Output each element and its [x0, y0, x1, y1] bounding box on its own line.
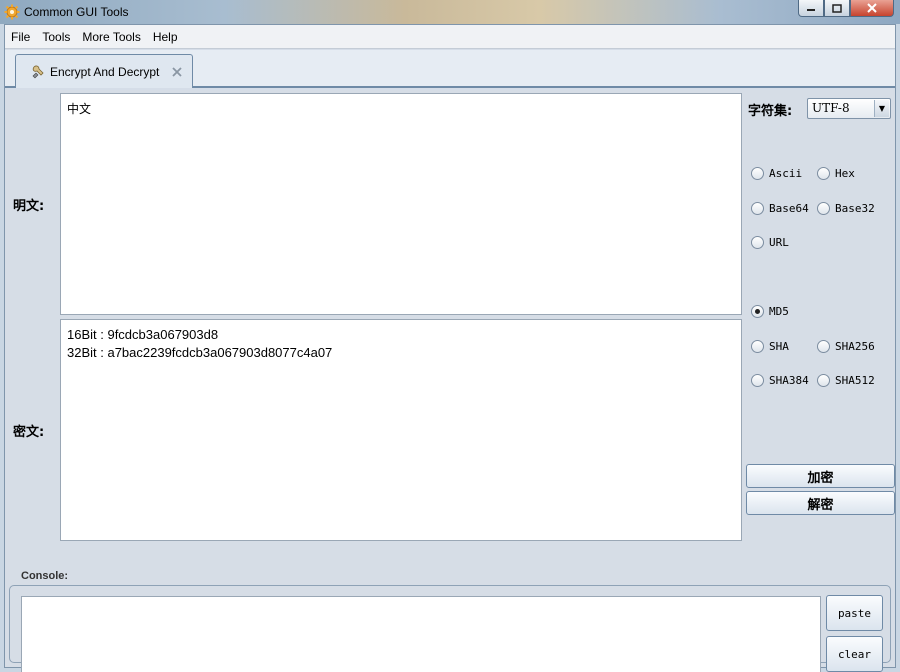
window-title: Common GUI Tools	[24, 5, 129, 19]
plaintext-label: 明文:	[13, 199, 45, 214]
close-window-button[interactable]	[850, 0, 894, 17]
console-textarea[interactable]	[21, 596, 821, 672]
console-label: Console:	[21, 570, 69, 582]
tab-close-icon[interactable]	[171, 66, 183, 78]
radio-label: SHA256	[835, 340, 875, 353]
tab-encrypt-decrypt[interactable]: Encrypt And Decrypt	[15, 54, 193, 88]
radio-label: MD5	[769, 305, 789, 318]
radio-sha384[interactable]: SHA384	[751, 374, 809, 387]
radio-label: SHA384	[769, 374, 809, 387]
console-panel: paste clear	[9, 585, 891, 672]
minimize-icon	[807, 9, 815, 11]
radio-dot	[817, 374, 830, 387]
paste-button[interactable]: paste	[826, 595, 883, 631]
radio-dot	[751, 374, 764, 387]
maximize-button[interactable]	[824, 0, 850, 17]
menu-help[interactable]: Help	[147, 30, 184, 44]
app-gear-icon	[4, 4, 20, 20]
clear-button[interactable]: clear	[826, 636, 883, 672]
close-icon	[867, 3, 877, 13]
encrypt-button[interactable]: 加密	[746, 464, 895, 488]
radio-dot	[751, 305, 764, 318]
menu-tools[interactable]: Tools	[36, 30, 76, 44]
radio-dot	[751, 202, 764, 215]
tab-strip: Encrypt And Decrypt	[5, 50, 895, 88]
radio-dot	[751, 167, 764, 180]
radio-label: Ascii	[769, 167, 803, 180]
radio-dot	[751, 236, 764, 249]
charset-selected-value: UTF-8	[812, 101, 850, 115]
encrypt-decrypt-panel: 明文: 中文 密文: 16Bit : 9fcdcb3a067903d8 32Bi…	[5, 90, 895, 672]
radio-dot	[817, 340, 830, 353]
plaintext-textarea[interactable]: 中文	[60, 93, 742, 315]
cipher-line: 32Bit : a7bac2239fcdcb3a067903d8077c4a07	[67, 345, 333, 360]
decrypt-button[interactable]: 解密	[746, 491, 895, 515]
menu-bar: File Tools More Tools Help	[5, 25, 895, 49]
ciphertext-textarea[interactable]: 16Bit : 9fcdcb3a067903d8 32Bit : a7bac22…	[60, 319, 742, 541]
radio-md5[interactable]: MD5	[751, 305, 789, 318]
radio-label: Base64	[769, 202, 809, 215]
tool-icon	[32, 65, 44, 78]
cipher-line: 16Bit : 9fcdcb3a067903d8	[67, 327, 219, 342]
radio-sha[interactable]: SHA	[751, 340, 789, 353]
maximize-icon	[832, 3, 842, 13]
radio-label: Base32	[835, 202, 875, 215]
menu-file[interactable]: File	[5, 30, 36, 44]
charset-label: 字符集:	[748, 104, 793, 119]
radio-label: SHA512	[835, 374, 875, 387]
radio-base64[interactable]: Base64	[751, 202, 809, 215]
radio-sha512[interactable]: SHA512	[817, 374, 875, 387]
radio-dot	[751, 340, 764, 353]
plaintext-value: 中文	[67, 102, 92, 116]
charset-select[interactable]: UTF-8 ▼	[807, 98, 891, 119]
tab-label: Encrypt And Decrypt	[50, 64, 160, 79]
radio-ascii[interactable]: Ascii	[751, 167, 802, 180]
dropdown-arrow-icon: ▼	[874, 100, 889, 117]
menu-more-tools[interactable]: More Tools	[76, 30, 146, 44]
radio-base32[interactable]: Base32	[817, 202, 875, 215]
radio-sha256[interactable]: SHA256	[817, 340, 875, 353]
minimize-button[interactable]	[798, 0, 824, 17]
radio-label: SHA	[769, 340, 789, 353]
title-bar: Common GUI Tools	[0, 0, 900, 24]
radio-url[interactable]: URL	[751, 236, 789, 249]
window-frame: File Tools More Tools Help Encrypt And D…	[4, 24, 896, 672]
radio-label: Hex	[835, 167, 855, 180]
radio-dot	[817, 202, 830, 215]
radio-label: URL	[769, 236, 789, 249]
radio-hex[interactable]: Hex	[817, 167, 855, 180]
ciphertext-label: 密文:	[13, 425, 45, 440]
radio-dot	[817, 167, 830, 180]
